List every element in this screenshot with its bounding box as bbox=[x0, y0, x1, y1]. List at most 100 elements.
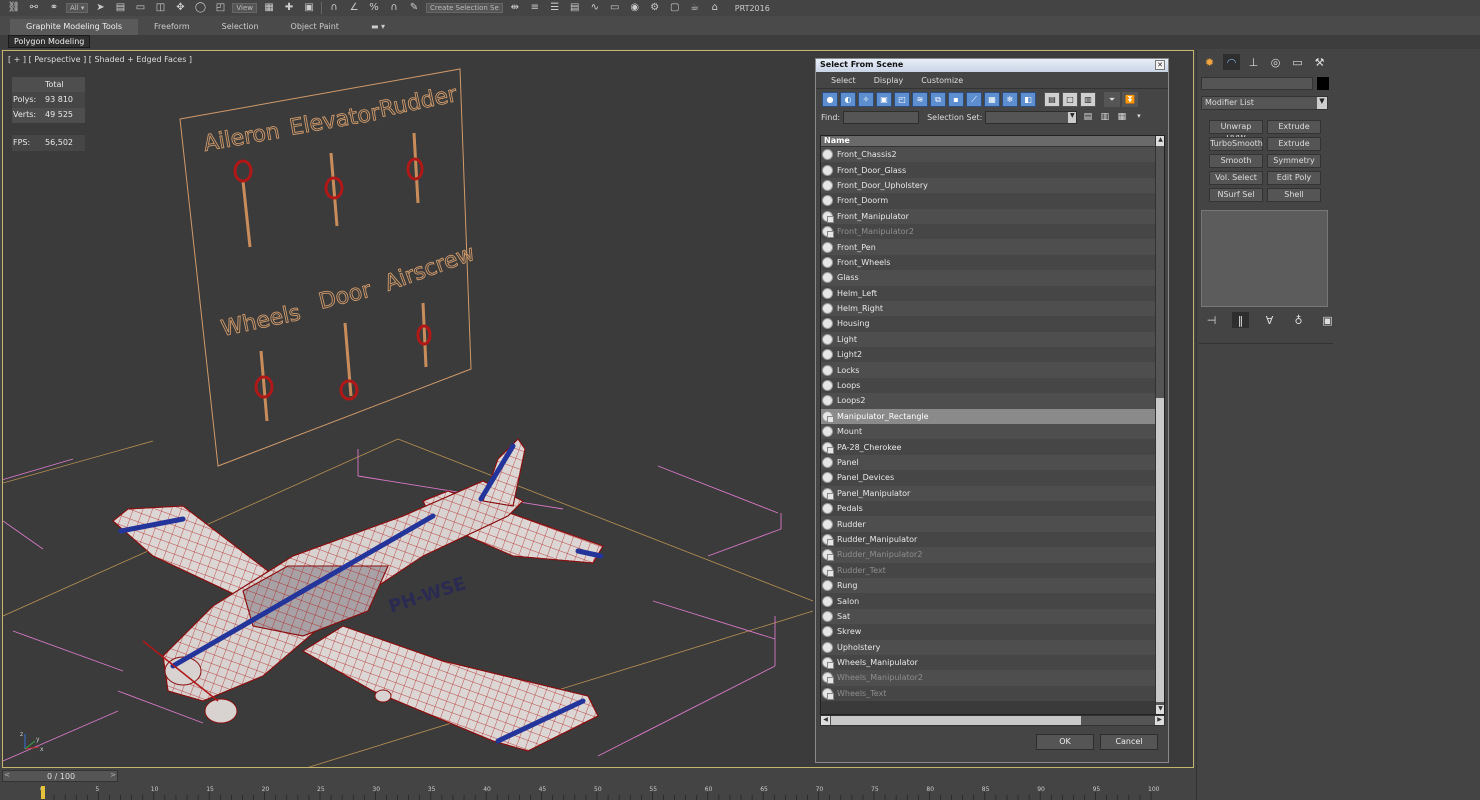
close-icon[interactable]: ✕ bbox=[1155, 60, 1165, 70]
spinner-snap-icon[interactable]: ∩ bbox=[386, 2, 402, 14]
object-row[interactable]: Wheels_Manipulator2 bbox=[821, 670, 1155, 686]
object-row[interactable]: Skrew bbox=[821, 624, 1155, 640]
utilities-icon[interactable]: ⚒ bbox=[1311, 54, 1328, 70]
object-row[interactable]: Front_Door_Upholstery bbox=[821, 177, 1155, 194]
object-row[interactable]: Light2 bbox=[821, 347, 1155, 363]
select-icon[interactable]: ➤ bbox=[92, 2, 108, 14]
time-marker[interactable] bbox=[41, 786, 45, 799]
layers-icon[interactable]: ☰ bbox=[547, 2, 563, 14]
symmetry-button[interactable]: Symmetry bbox=[1267, 154, 1321, 168]
find-input[interactable] bbox=[843, 111, 920, 124]
named-selection-set-field[interactable]: Create Selection Se bbox=[426, 3, 503, 13]
snap-icon[interactable]: ∩ bbox=[326, 2, 342, 14]
turbosmooth-button[interactable]: TurboSmooth bbox=[1209, 137, 1263, 151]
object-row[interactable]: Rudder_Manipulator2 bbox=[821, 547, 1155, 563]
shapes-filter-icon[interactable]: ◐ bbox=[840, 91, 856, 107]
cameras-filter-icon[interactable]: ▣ bbox=[876, 91, 892, 107]
sort-icon[interactable]: ▤ bbox=[1081, 112, 1094, 124]
render-teapot-icon[interactable]: ☕ bbox=[687, 2, 703, 14]
select-manipulate-icon[interactable]: ✚ bbox=[281, 2, 297, 14]
track-bar[interactable]: 0510152025303540455055606570758085909510… bbox=[0, 784, 1196, 800]
percent-snap-icon[interactable]: % bbox=[366, 2, 382, 14]
filter-icon[interactable]: ⏷ bbox=[1104, 91, 1120, 107]
selection-set-dropdown[interactable]: ▼ bbox=[985, 111, 1078, 124]
object-row[interactable]: Helm_Left bbox=[821, 285, 1155, 301]
shell-button[interactable]: Shell bbox=[1267, 188, 1321, 202]
select-all-icon[interactable]: ▤ bbox=[1044, 91, 1060, 107]
object-row[interactable]: Mount bbox=[821, 424, 1155, 440]
hierarchy-icon[interactable]: ⊥ bbox=[1245, 54, 1262, 70]
tab-freeform[interactable]: Freeform bbox=[138, 19, 206, 36]
object-row[interactable]: Housing bbox=[821, 316, 1155, 332]
object-row[interactable]: Pedals bbox=[821, 500, 1155, 517]
bind-icon[interactable]: ⚭ bbox=[46, 2, 62, 14]
tab-selection[interactable]: Selection bbox=[206, 19, 275, 36]
move-icon[interactable]: ✥ bbox=[172, 2, 188, 14]
time-slider[interactable]: < 0 / 100 > bbox=[2, 770, 118, 782]
dialog-title-bar[interactable]: Select From Scene ✕ bbox=[816, 59, 1168, 72]
nsurf-sel-button[interactable]: NSurf Sel bbox=[1209, 188, 1263, 202]
object-row[interactable]: Loops bbox=[821, 377, 1155, 394]
object-name-field[interactable] bbox=[1201, 77, 1313, 90]
cancel-button[interactable]: Cancel bbox=[1100, 734, 1158, 750]
pin-stack-icon[interactable]: ⊣ bbox=[1203, 312, 1220, 328]
window-crossing-icon[interactable]: ◫ bbox=[152, 2, 168, 14]
rendered-frame-icon[interactable]: ▢ bbox=[667, 2, 683, 14]
hierarchy-icon[interactable]: ▦ bbox=[1115, 112, 1128, 124]
ribbon-options-icon[interactable]: ▬ ▾ bbox=[355, 19, 401, 36]
object-row[interactable]: Rudder bbox=[821, 516, 1155, 532]
frozen-filter-icon[interactable]: ❄ bbox=[1002, 91, 1018, 107]
angle-snap-icon[interactable]: ∠ bbox=[346, 2, 362, 14]
helpers-filter-icon[interactable]: ◰ bbox=[894, 91, 910, 107]
viewport-label-menu[interactable]: [ + ] [ Perspective ] [ Shaded + Edged F… bbox=[8, 55, 192, 64]
menu-select[interactable]: Select bbox=[831, 76, 856, 88]
region-icon[interactable]: ▭ bbox=[132, 2, 148, 14]
align-icon[interactable]: ≡ bbox=[527, 2, 543, 14]
options-arrow-icon[interactable]: ▾ bbox=[1132, 112, 1145, 124]
create-icon[interactable]: ✹ bbox=[1201, 54, 1218, 70]
smooth-button[interactable]: Smooth bbox=[1209, 154, 1263, 168]
reference-coord-dropdown[interactable]: View bbox=[232, 3, 258, 13]
vertical-scrollbar[interactable]: ▲ ▼ bbox=[1155, 136, 1164, 714]
object-color-swatch[interactable] bbox=[1317, 77, 1329, 90]
geometry-filter-icon[interactable]: ● bbox=[822, 91, 838, 107]
display-icon[interactable]: ▭ bbox=[1289, 54, 1306, 70]
modifier-list-dropdown[interactable]: Modifier List ▼ bbox=[1201, 96, 1328, 110]
filter-options-icon[interactable]: ⏬ bbox=[1122, 91, 1138, 107]
rotate-icon[interactable]: ◯ bbox=[192, 2, 208, 14]
bones-filter-icon[interactable]: ⟋ bbox=[966, 91, 982, 107]
render-icon[interactable]: ⌂ bbox=[707, 2, 723, 14]
modifier-stack[interactable] bbox=[1201, 210, 1328, 307]
scroll-up-icon[interactable]: ▲ bbox=[1156, 136, 1164, 146]
scroll-thumb[interactable] bbox=[1156, 398, 1164, 702]
object-row[interactable]: Manipulator_Rectangle bbox=[821, 408, 1155, 425]
object-row[interactable]: Rudder_Text bbox=[821, 562, 1155, 578]
scroll-right-icon[interactable]: ▶ bbox=[1155, 716, 1164, 725]
column-header-name[interactable]: Name bbox=[821, 136, 1155, 147]
object-row[interactable]: Light bbox=[821, 331, 1155, 348]
horizontal-scrollbar[interactable]: ◀ ▶ bbox=[820, 715, 1165, 726]
motion-icon[interactable]: ◎ bbox=[1267, 54, 1284, 70]
next-frame-icon[interactable]: > bbox=[109, 771, 117, 781]
object-row[interactable]: Glass bbox=[821, 270, 1155, 286]
graphite-toggle-icon[interactable]: ▤ bbox=[567, 2, 583, 14]
unlink-icon[interactable]: ⚯ bbox=[26, 2, 42, 14]
groups-filter-icon[interactable]: ⧉ bbox=[930, 91, 946, 107]
remove-modifier-icon[interactable]: ♁ bbox=[1290, 312, 1307, 328]
make-unique-icon[interactable]: ∀ bbox=[1261, 312, 1278, 328]
object-row[interactable]: PA-28_Cherokee bbox=[821, 439, 1155, 455]
tab-graphite-modeling-tools[interactable]: Graphite Modeling Tools bbox=[10, 19, 139, 36]
object-row[interactable]: Sat bbox=[821, 608, 1155, 625]
object-row[interactable]: Front_Pen bbox=[821, 239, 1155, 255]
object-row[interactable]: Wheels_Text bbox=[821, 685, 1155, 702]
object-row[interactable]: Front_Doorm bbox=[821, 193, 1155, 209]
prev-frame-icon[interactable]: < bbox=[3, 771, 11, 781]
menu-display[interactable]: Display bbox=[874, 76, 904, 88]
mirror-icon[interactable]: ⇹ bbox=[507, 2, 523, 14]
object-row[interactable]: Loops2 bbox=[821, 393, 1155, 409]
extrude-button[interactable]: Extrude bbox=[1267, 137, 1321, 151]
object-row[interactable]: Helm_Right bbox=[821, 300, 1155, 317]
edit-named-sets-icon[interactable]: ✎ bbox=[406, 2, 422, 14]
keyboard-shortcut-icon[interactable]: ▣ bbox=[301, 2, 317, 14]
unwrap-uvw-button[interactable]: Unwrap UVW bbox=[1209, 120, 1263, 143]
